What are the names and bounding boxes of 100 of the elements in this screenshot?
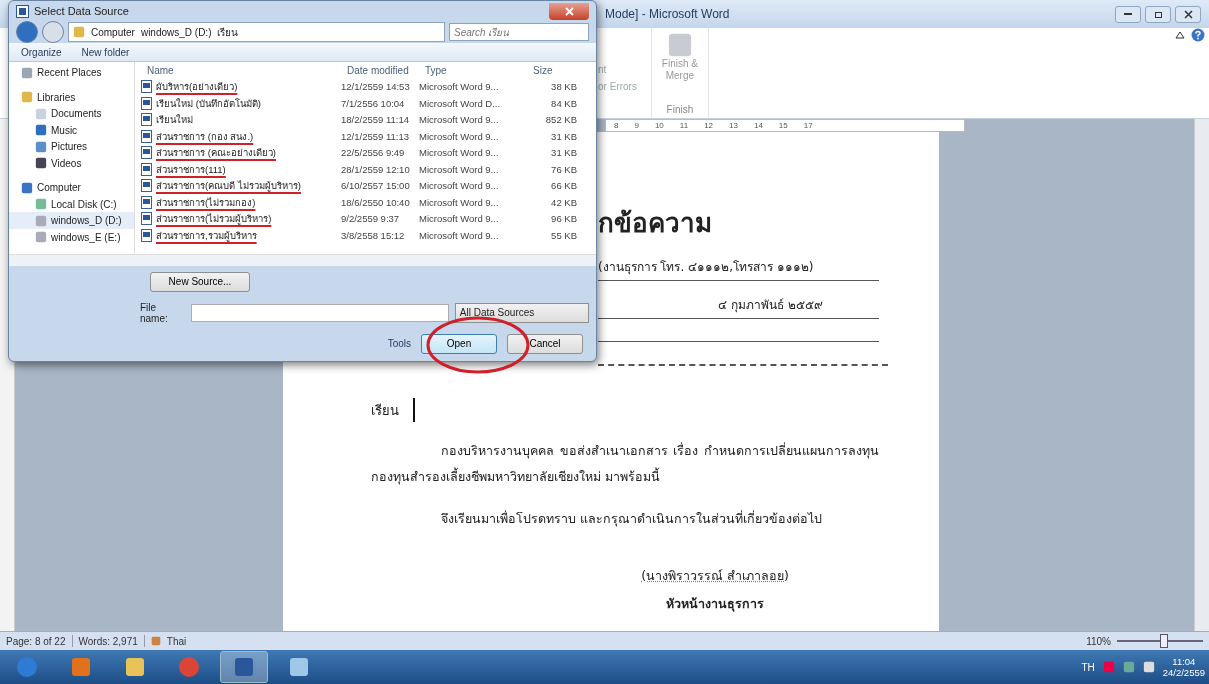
size-cell-text: 76 KB	[550, 163, 577, 175]
zoom-level: 110%	[1086, 635, 1111, 647]
file-name: ส่วนราชการ(ไม่รวมผู้บริหาร)	[156, 212, 272, 227]
date-cell-text: 22/5/2556 9:49	[341, 147, 406, 159]
forward-button[interactable]	[42, 21, 64, 44]
column-header[interactable]: Date modified	[347, 64, 425, 76]
tools-menu[interactable]: Tools	[387, 338, 411, 350]
file-type-dropdown[interactable]: All Data Sources	[454, 303, 589, 323]
nav-item[interactable]: windows_D (D:)	[9, 212, 134, 229]
taskbar-button[interactable]	[220, 651, 268, 683]
word-count: Words: 2,971	[78, 635, 138, 647]
toolbar-button[interactable]: Organize	[21, 46, 62, 58]
close-button[interactable]	[549, 2, 589, 20]
nav-item[interactable]: Videos	[9, 154, 134, 172]
size-cell-text: 31 KB	[550, 147, 577, 159]
type-cell-text: Microsoft Word 9...	[419, 163, 500, 175]
paragraph: จึงเรียนมาเพื่อโปรดทราบ และกรุณาดำเนินการในส่วนที่เกี่ยวข้องต่อไป	[440, 509, 823, 529]
paragraph: กองบริหารงานบุคคล ขอส่งสำเนาเอกสาร เรื่อง กำหนดการเปลี่ยนแผนการลงทุน กองทุนสำรองเลี้ยงชีพมหาวิทยาลัยเชียงใหม่ มาพร้อมนี้	[371, 441, 879, 487]
file-name: ส่วนราชการ (กอง สนง.)	[156, 129, 254, 144]
type-cell-text: Microsoft Word 9...	[419, 81, 500, 93]
restore-button[interactable]	[1145, 5, 1171, 23]
date-cell-text: 7/1/2556 10:04	[341, 97, 406, 109]
breadcrumb[interactable]: windows_D (D:)	[140, 26, 212, 38]
date-cell-text: 3/8/2558 15:12	[341, 229, 406, 241]
column-header[interactable]: Size	[533, 64, 583, 76]
date-cell-text: 12/1/2559 11:13	[341, 130, 410, 142]
nav-item[interactable]: Music	[9, 121, 134, 139]
nav-item[interactable]: Computer	[9, 179, 134, 196]
size-cell-text: 66 KB	[550, 180, 577, 192]
type-cell-text: Microsoft Word 9...	[419, 229, 500, 241]
file-name: ส่วนราชการ(ไม่รวมกอง)	[156, 195, 256, 210]
close-button[interactable]	[1175, 5, 1201, 23]
file-name-field[interactable]	[190, 304, 449, 322]
minimize-icon	[1124, 13, 1132, 15]
zoom-thumb[interactable]	[1160, 634, 1169, 648]
file-row[interactable]: ส่วนราชการ(ไม่รวมกอง) 18/6/2550 10:40 Microsoft Word 9... 42 KB	[135, 193, 596, 211]
nav-item[interactable]: Pictures	[9, 138, 134, 155]
restore-icon	[1153, 9, 1163, 19]
search-field[interactable]: Search เรียน	[449, 23, 589, 42]
input-language[interactable]: TH	[1081, 661, 1095, 673]
file-name-label: File name:	[140, 302, 169, 324]
nav-item[interactable]: Documents	[9, 105, 134, 122]
close-icon	[564, 6, 574, 16]
address-bar[interactable]: Computer windows_D (D:) เรียน	[68, 22, 445, 43]
text-cursor	[413, 398, 415, 422]
nav-item[interactable]: Local Disk (C:)	[9, 195, 134, 213]
file-name: เรียนใหม่	[156, 113, 193, 128]
file-row[interactable]: ส่วนราชการ (คณะอย่างเดียว) 22/5/2556 9:49 Microsoft Word 9... 31 KB	[135, 144, 596, 161]
file-name: เรียนใหม่ (บันทึกอัตโนมัติ)	[156, 96, 261, 111]
type-cell-text: Microsoft Word 9...	[419, 130, 500, 142]
date-cell-text: 6/10/2557 15:00	[341, 180, 411, 192]
group-label: Finish	[666, 104, 694, 115]
file-row[interactable]: ส่วนราชการ(111) 28/1/2559 12:10 Microsoft Word 9... 76 KB	[135, 160, 596, 178]
type-cell-text: Microsoft Word 9...	[419, 196, 500, 208]
date-cell-text: 12/1/2559 14:53	[341, 81, 411, 93]
file-row[interactable]: เรียนใหม่ 18/2/2559 11:14 Microsoft Word 9... 852 KB	[135, 111, 596, 128]
type-cell-text: Microsoft Word D...	[419, 97, 502, 109]
memo-field: ๔ กุมภาพันธ์ ๒๕๕๙	[598, 281, 879, 319]
column-header[interactable]: Name	[147, 64, 347, 76]
file-row[interactable]: ส่วนราชการ,รวมผู้บริหาร 3/8/2558 15:12 Microsoft Word 9... 55 KB	[135, 226, 596, 244]
close-icon	[1183, 9, 1193, 19]
date-cell-text: 9/2/2559 9:37	[341, 213, 401, 225]
nav-item[interactable]: Libraries	[9, 88, 134, 106]
signature-title: หัวหน้างานธุรการ	[666, 595, 764, 614]
file-row[interactable]: ส่วนราชการ (กอง สนง.) 12/1/2559 11:13 Microsoft Word 9... 31 KB	[135, 127, 596, 145]
file-row[interactable]: เรียนใหม่ (บันทึกอัตโนมัติ) 7/1/2556 10:04 Microsoft Word D... 84 KB	[135, 94, 596, 112]
cancel-button[interactable]: Cancel	[507, 334, 583, 354]
type-cell-text: Microsoft Word 9...	[419, 147, 500, 159]
language-label: Thai	[166, 635, 187, 647]
file-row[interactable]: ผับริหาร(อย่างเดียว) 12/1/2559 14:53 Microsoft Word 9... 38 KB	[135, 78, 596, 95]
dialog-title: Select Data Source	[34, 5, 129, 18]
nav-item[interactable]: Recent Places	[9, 64, 134, 81]
help-icon[interactable]	[1191, 28, 1205, 42]
salutation: เรียน	[371, 401, 399, 420]
ribbon-label: nt	[598, 64, 608, 75]
file-name: ผับริหาร(อย่างเดียว)	[156, 80, 238, 95]
new-source-button[interactable]: New Source...	[150, 272, 250, 292]
size-cell-text: 31 KB	[550, 130, 577, 142]
clock[interactable]: 11:04 24/2/2559	[1162, 656, 1205, 678]
collapse-ribbon-icon[interactable]	[1175, 30, 1185, 40]
breadcrumb[interactable]: เรียน	[217, 24, 239, 40]
date-cell-text: 28/1/2559 12:10	[341, 163, 411, 175]
type-cell-text: Microsoft Word 9...	[419, 114, 500, 126]
minimize-button[interactable]	[1115, 5, 1141, 23]
file-row[interactable]: ส่วนราชการ(คณบดี ไม่รวมผู้บริหาร) 6/10/2557 15:00 Microsoft Word 9... 66 KB	[135, 177, 596, 194]
column-header[interactable]: Type	[425, 64, 533, 76]
ribbon-label: or Errors	[598, 81, 637, 92]
document-heading: กข้อความ	[598, 207, 713, 240]
page-count: Page: 8 of 22	[6, 635, 66, 647]
file-row[interactable]: ส่วนราชการ(ไม่รวมผู้บริหาร) 9/2/2559 9:37 Microsoft Word 9... 96 KB	[135, 210, 596, 227]
toolbar-button[interactable]: New folder	[81, 46, 130, 58]
vertical-scrollbar[interactable]	[1194, 119, 1209, 631]
breadcrumb[interactable]: Computer	[91, 26, 135, 38]
nav-item[interactable]: windows_E (E:)	[9, 228, 134, 246]
file-name: ส่วนราชการ (คณะอย่างเดียว)	[156, 146, 276, 161]
back-button[interactable]	[16, 21, 38, 44]
horizontal-scrollbar[interactable]	[9, 254, 596, 266]
file-name: ส่วนราชการ(คณบดี ไม่รวมผู้บริหาร)	[156, 179, 301, 194]
open-button[interactable]: Open	[421, 334, 497, 354]
size-cell-text: 84 KB	[550, 97, 577, 109]
